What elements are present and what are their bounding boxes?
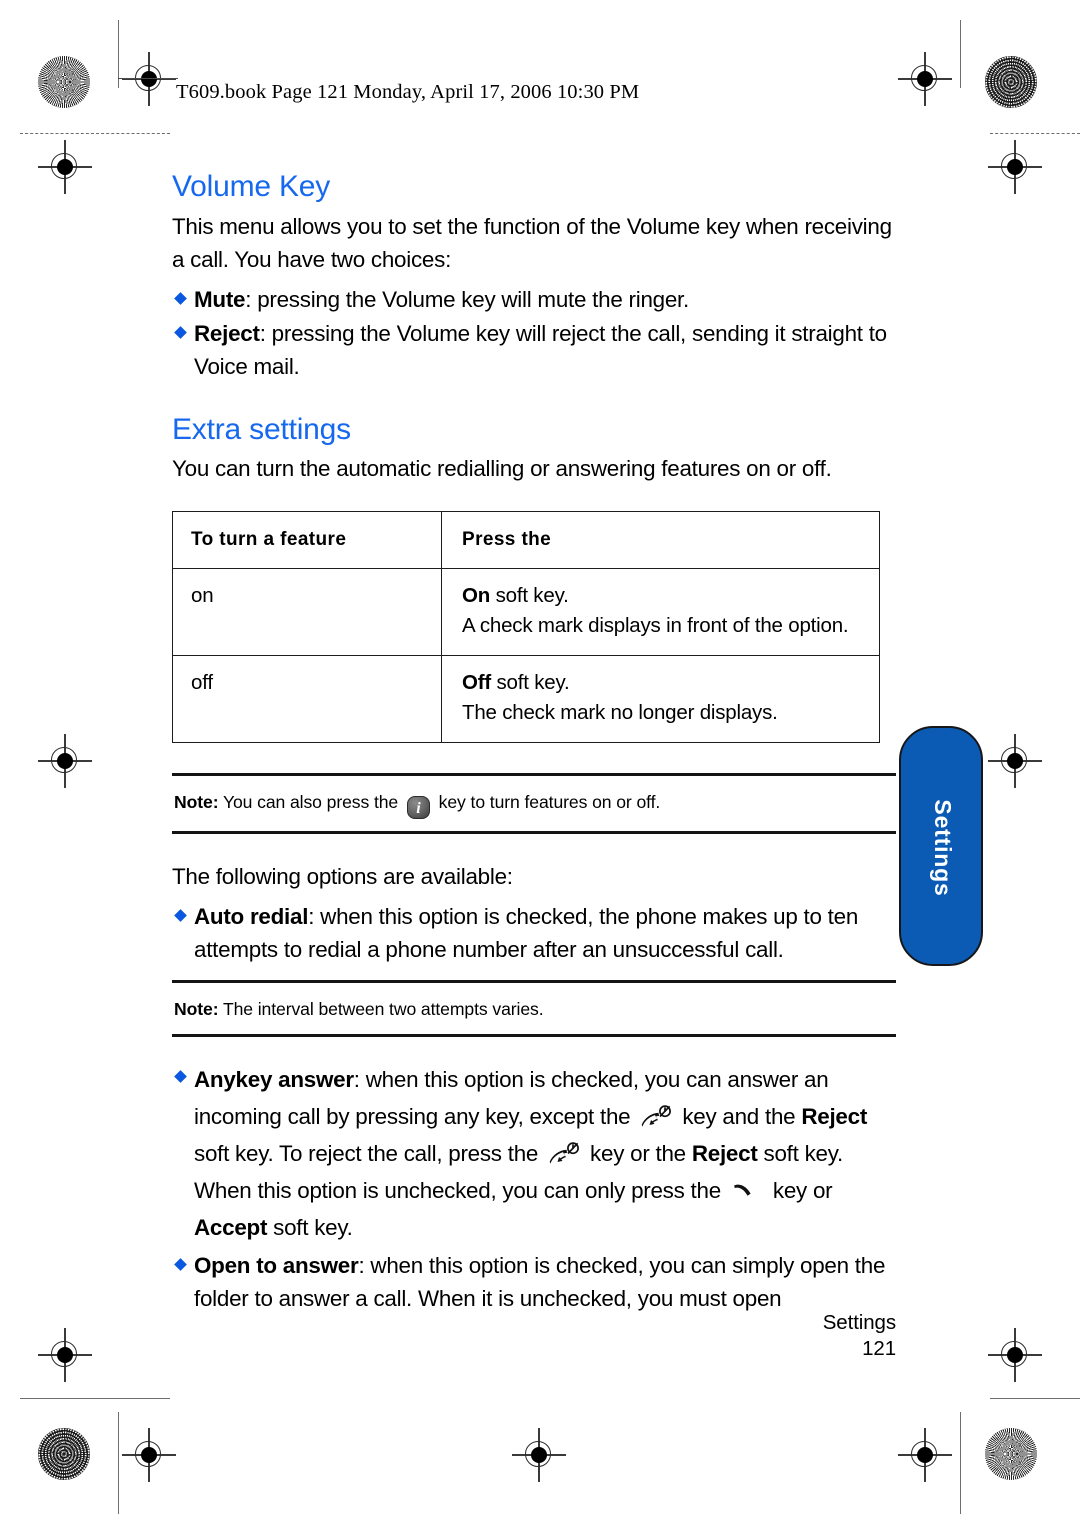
reject-soft-key-2: Reject [691,1141,758,1167]
soft-key-suffix: soft key. [490,584,569,608]
document-page: T609.book Page 121 Monday, April 17, 200… [0,0,1080,1534]
bullet-term: Reject [194,320,260,346]
bullet-list-answer-options: Anykey answer: when this option is check… [172,1061,896,1315]
note-block-info-key: Note: You can also press the i key to tu… [172,773,896,835]
footer-chapter: Settings [822,1311,896,1334]
anykey-seg-2: key and the [676,1104,802,1130]
section-intro-extra-settings: You can turn the automatic redialling or… [172,456,832,482]
bullet-list-auto-redial: Auto redial: when this option is checked… [172,900,896,966]
action-detail: A check mark displays in front of the op… [462,614,849,638]
action-detail: The check mark no longer displays. [462,701,778,725]
diamond-bullet-icon [174,909,187,923]
list-item: Anykey answer: when this option is check… [172,1061,896,1246]
soft-key-suffix: soft key. [491,671,570,695]
diamond-bullet-icon [174,325,187,339]
anykey-seg-6: key or [766,1178,833,1204]
table-row: on On soft key. A check mark displays in… [172,568,880,657]
list-item: Reject: pressing the Volume key will rej… [172,317,896,383]
anykey-seg-3: soft key. To reject the call, press the [194,1141,545,1167]
end-call-key-icon [639,1105,673,1131]
reject-soft-key-1: Reject [801,1104,868,1130]
note-rule-bottom [172,831,896,835]
running-head: T609.book Page 121 Monday, April 17, 200… [176,81,640,103]
table-header-row: To turn a feature Press the [172,511,880,570]
table-header-press: Press the [441,511,880,570]
diamond-bullet-icon [174,1258,187,1272]
diamond-bullet-icon [174,291,187,305]
info-key-icon: i [406,796,430,820]
note-block-interval: Note: The interval between two attempts … [172,980,896,1038]
table-cell-action-on: On soft key. A check mark displays in fr… [441,568,880,657]
footer-page-number: 121 [862,1337,896,1360]
bullet-term: Anykey answer [194,1067,354,1093]
bullet-term: Mute [194,286,246,312]
section-title-extra-settings: Extra settings [172,412,351,446]
note-text-after: key to turn features on or off. [433,792,661,813]
list-item: Open to answer: when this option is chec… [172,1249,896,1315]
table-cell-action-off: Off soft key. The check mark no longer d… [441,655,880,744]
note-rule-bottom [172,1034,896,1038]
section-intro-volume-key: This menu allows you to set the function… [172,213,892,272]
side-tab-label: Settings [930,799,957,897]
note-rule-top [172,980,896,984]
table-row: off Off soft key. The check mark no long… [172,655,880,744]
list-item: Mute: pressing the Volume key will mute … [172,283,896,316]
anykey-seg-4: key or the [584,1141,692,1167]
soft-key-name: On [462,584,491,608]
note-rule-top [172,773,896,777]
page-footer: Settings 121 [823,1310,896,1362]
bullet-list-volume-key: Mute: pressing the Volume key will mute … [172,283,896,383]
diamond-bullet-icon [174,1070,187,1084]
table-cell-feature-off: off [172,655,442,744]
list-item: Auto redial: when this option is checked… [172,900,896,966]
soft-key-name: Off [462,671,491,695]
note-label: Note: [174,792,219,813]
note-text-before: You can also press the [218,792,403,813]
extra-settings-table: To turn a feature Press the on On soft k… [172,511,880,744]
table-header-feature: To turn a feature [172,511,442,570]
page-content: Volume Key This menu allows you to set t… [172,170,896,1316]
bullet-text: : pressing the Volume key will mute the … [245,286,689,312]
running-head-rule [118,78,178,80]
bullet-text: : pressing the Volume key will reject th… [194,320,887,379]
anykey-seg-7: soft key. [267,1215,353,1241]
note-text-before: The interval between two attempts varies… [218,999,544,1020]
section-title-volume-key: Volume Key [172,170,331,203]
accept-soft-key: Accept [194,1215,268,1241]
side-tab-settings: Settings [899,726,983,966]
bullet-term: Open to answer [194,1253,359,1279]
note-text: Note: The interval between two attempts … [172,997,896,1022]
end-call-key-icon [547,1142,581,1168]
send-call-key-icon [730,1179,764,1205]
table-cell-feature-on: on [172,568,442,657]
bullet-term: Auto redial [194,904,309,930]
note-text: Note: You can also press the i key to tu… [172,790,896,820]
note-label: Note: [174,999,219,1020]
options-intro: The following options are available: [172,864,513,890]
